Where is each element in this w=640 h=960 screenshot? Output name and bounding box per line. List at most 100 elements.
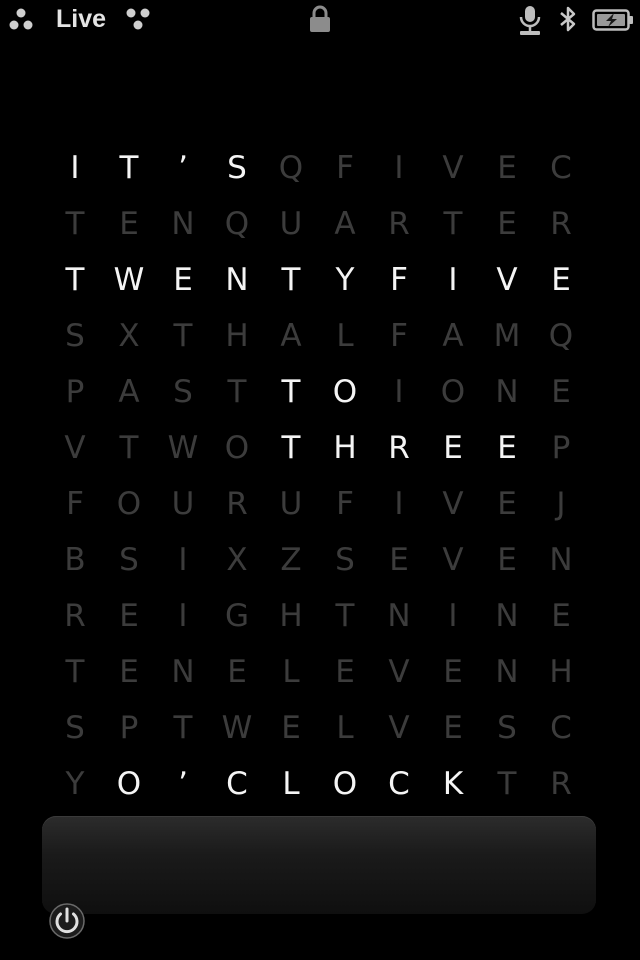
grid-letter-lit: T bbox=[281, 262, 301, 298]
grid-letter-dim: T bbox=[227, 374, 247, 410]
grid-letter-lit: E bbox=[551, 262, 571, 298]
grid-letter-dim: X bbox=[118, 318, 140, 354]
grid-letter-lit: H bbox=[333, 430, 357, 466]
grid-letter-dim: T bbox=[65, 654, 85, 690]
grid-letter-dim: E bbox=[497, 150, 517, 186]
battery-charging-icon bbox=[592, 9, 634, 35]
grid-letter-dim: S bbox=[65, 710, 85, 746]
power-button[interactable] bbox=[48, 902, 86, 940]
carrier-name: Live bbox=[56, 5, 107, 33]
grid-letter-dim: T bbox=[497, 766, 517, 802]
grid-letter-dim: Y bbox=[65, 766, 85, 802]
grid-letter-lit: K bbox=[442, 766, 464, 802]
grid-letter-lit: T bbox=[65, 262, 85, 298]
grid-letter-dim: R bbox=[388, 206, 410, 242]
grid-row: SXTHALFAMQ bbox=[48, 308, 588, 364]
bottom-panel bbox=[42, 816, 596, 914]
grid-letter-dim: F bbox=[336, 486, 354, 522]
grid-letter-lit: T bbox=[281, 374, 301, 410]
grid-letter-lit: C bbox=[226, 766, 248, 802]
grid-letter-dim: P bbox=[65, 374, 85, 410]
grid-letter-dim: N bbox=[549, 542, 573, 578]
grid-letter-dim: O bbox=[116, 486, 142, 522]
grid-letter-dim: N bbox=[495, 654, 519, 690]
grid-row: Y O’ C L O C K T R bbox=[48, 756, 588, 812]
grid-letter-dim: T bbox=[65, 206, 85, 242]
grid-letter-lit: I bbox=[448, 262, 458, 298]
grid-letter-dim: R bbox=[550, 206, 572, 242]
grid-letter-dim: Z bbox=[280, 542, 302, 578]
grid-letter-dim: H bbox=[279, 598, 303, 634]
grid-row: TENQUARTER bbox=[48, 196, 588, 252]
grid-letter-lit: N bbox=[225, 262, 249, 298]
grid-letter-dim: L bbox=[336, 710, 354, 746]
word-clock-screen: Live I T ’ S Q F I V E C T E N Q U A R T… bbox=[0, 0, 640, 960]
grid-row: REIGHTNINE bbox=[48, 588, 588, 644]
grid-letter-dim: L bbox=[336, 318, 354, 354]
grid-letter-dim: S bbox=[335, 542, 355, 578]
grid-letter-lit: ’ bbox=[178, 766, 188, 802]
grid-letter-dim: R bbox=[550, 766, 572, 802]
grid-letter-dim: N bbox=[387, 598, 411, 634]
grid-letter-dim: E bbox=[389, 542, 409, 578]
grid-letter-dim: S bbox=[119, 542, 139, 578]
grid-letter-dim: A bbox=[334, 206, 356, 242]
grid-letter-lit: C bbox=[388, 766, 410, 802]
grid-letter-dim: H bbox=[225, 318, 249, 354]
grid-letter-dim: V bbox=[64, 430, 86, 466]
grid-letter-dim: S bbox=[497, 710, 517, 746]
grid-letter-dim: E bbox=[497, 206, 517, 242]
grid-row: FOURUFIVEJ bbox=[48, 476, 588, 532]
lock-icon bbox=[308, 5, 332, 37]
grid-letter-lit: O bbox=[332, 766, 358, 802]
grid-row: SPTWELVESC bbox=[48, 700, 588, 756]
grid-letter-dim: U bbox=[171, 486, 195, 522]
bluetooth-icon bbox=[558, 5, 578, 37]
grid-letter-dim: E bbox=[497, 542, 517, 578]
grid-letter-lit: Y bbox=[335, 262, 355, 298]
grid-row: BSIXZSEVEN bbox=[48, 532, 588, 588]
grid-letter-dim: I bbox=[394, 374, 404, 410]
grid-letter-dim: E bbox=[281, 710, 301, 746]
grid-letter-dim: V bbox=[442, 542, 464, 578]
grid-letter-dim: T bbox=[173, 710, 193, 746]
grid-row: TENELEVENH bbox=[48, 644, 588, 700]
grid-letter-dim: W bbox=[167, 430, 199, 466]
grid-letter-dim: F bbox=[390, 318, 408, 354]
grid-row: PASTTOIONE bbox=[48, 364, 588, 420]
grid-letter-dim: F bbox=[66, 486, 84, 522]
grid-letter-dim: E bbox=[335, 654, 355, 690]
status-bar: Live bbox=[0, 0, 640, 40]
grid-letter-dim: I bbox=[448, 598, 458, 634]
grid-letter-lit: S bbox=[227, 150, 247, 186]
power-icon bbox=[49, 903, 85, 939]
grid-letter-dim: R bbox=[226, 486, 248, 522]
grid-letter-lit: E bbox=[173, 262, 193, 298]
grid-letter-dim: V bbox=[442, 150, 464, 186]
grid-letter-dim: E bbox=[551, 598, 571, 634]
grid-letter-dim: F bbox=[336, 150, 354, 186]
grid-letter-dim: E bbox=[443, 710, 463, 746]
grid-letter-dim: L bbox=[282, 654, 300, 690]
grid-letter-dim: X bbox=[226, 542, 248, 578]
grid-letter-dim: I bbox=[178, 598, 188, 634]
grid-letter-dim: C bbox=[550, 710, 572, 746]
grid-letter-dim: T bbox=[119, 430, 139, 466]
grid-letter-lit: E bbox=[497, 430, 517, 466]
grid-letter-dim: A bbox=[442, 318, 464, 354]
grid-letter-dim: M bbox=[493, 318, 521, 354]
grid-letter-lit: O bbox=[332, 374, 358, 410]
grid-letter-dim: E bbox=[497, 486, 517, 522]
grid-letter-dim: I bbox=[394, 150, 404, 186]
grid-letter-dim: G bbox=[224, 598, 250, 634]
grid-letter-dim: A bbox=[280, 318, 302, 354]
grid-letter-dim: I bbox=[178, 542, 188, 578]
grid-letter-dim: E bbox=[551, 374, 571, 410]
grid-letter-dim: T bbox=[443, 206, 463, 242]
grid-letter-dim: Q bbox=[224, 206, 250, 242]
grid-letter-dim: T bbox=[335, 598, 355, 634]
grid-letter-dim: H bbox=[549, 654, 573, 690]
grid-letter-lit: O bbox=[116, 766, 142, 802]
grid-letter-lit: I bbox=[70, 150, 80, 186]
grid-row: I T ’ S Q F I V E C bbox=[48, 140, 588, 196]
